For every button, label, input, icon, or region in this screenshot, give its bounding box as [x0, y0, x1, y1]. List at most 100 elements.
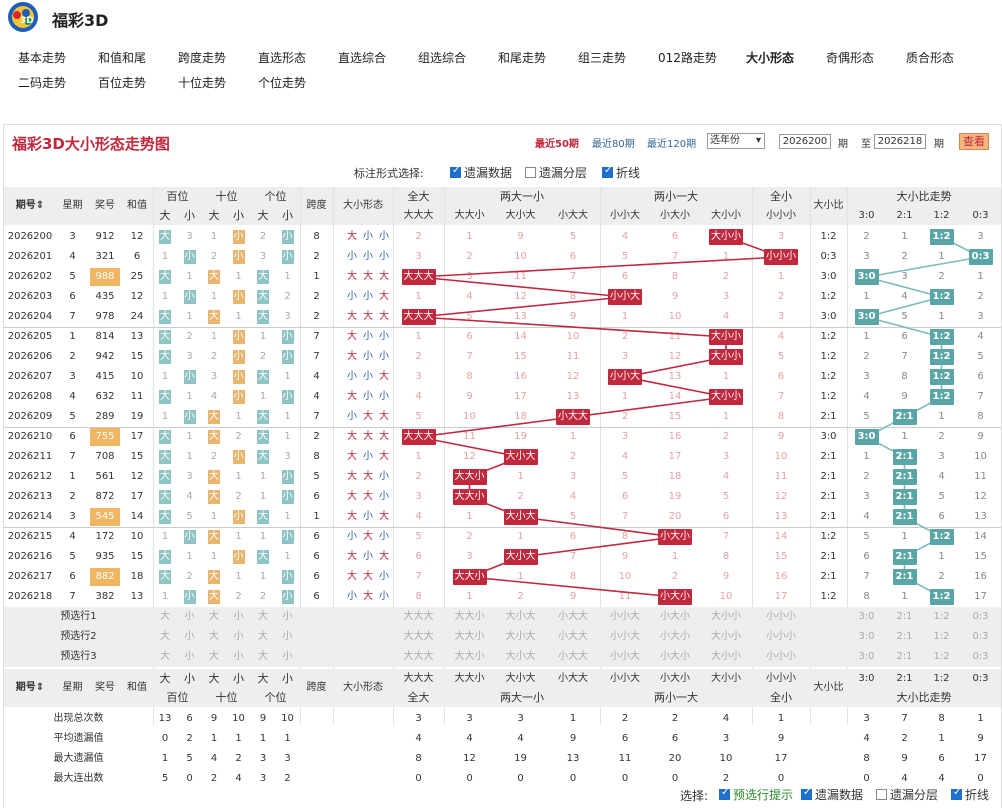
preselect-trend[interactable]: 1:2	[923, 607, 960, 627]
preselect-shape[interactable]: 大小小	[700, 627, 752, 647]
nav-item[interactable]: 组选综合	[418, 49, 466, 66]
preselect-trend[interactable]: 3:0	[847, 627, 886, 647]
option-polyline[interactable]: 折线	[602, 164, 640, 181]
nav-item[interactable]: 大小形态	[746, 49, 794, 66]
preselect-pos[interactable]: 小	[275, 647, 300, 667]
preselect-pos[interactable]: 小	[226, 627, 251, 647]
stat-pos: 0	[161, 733, 169, 744]
preselect-shape[interactable]: 小大大	[546, 627, 600, 647]
option-miss-data-bottom[interactable]: 遗漏数据	[801, 786, 863, 803]
preselect-trend[interactable]: 1:2	[923, 647, 960, 667]
nav-item[interactable]: 十位走势	[178, 74, 226, 91]
checkbox-icon[interactable]	[876, 789, 887, 800]
nav-item[interactable]: 组三走势	[578, 49, 626, 66]
period-50-link[interactable]: 最近50期	[535, 135, 579, 150]
checkbox-icon[interactable]	[525, 167, 536, 178]
issue-sort-header[interactable]: 期号⇕	[4, 187, 56, 225]
shape-miss-cell: 3	[466, 271, 473, 282]
preselect-pos[interactable]: 小	[177, 607, 202, 627]
preselect-trend[interactable]: 1:2	[923, 627, 960, 647]
from-issue-input[interactable]: 2026200	[779, 134, 831, 149]
preselect-shape[interactable]: 大大小	[444, 607, 495, 627]
pos-cell-wrap: 1	[251, 527, 275, 547]
shape-miss-cell: 16	[774, 571, 788, 582]
preselect-pos[interactable]: 小	[177, 627, 202, 647]
preselect-trend[interactable]: 2:1	[886, 607, 923, 627]
nav-item[interactable]: 和值和尾	[98, 49, 146, 66]
nav-item[interactable]: 二码走势	[18, 74, 66, 91]
preselect-shape[interactable]: 大小小	[700, 607, 752, 627]
preselect-shape[interactable]: 大大大	[393, 607, 444, 627]
preselect-trend[interactable]: 0:3	[960, 607, 1001, 627]
period-80-link[interactable]: 最近80期	[592, 135, 635, 150]
option-preselect-hint[interactable]: 预选行提示	[719, 786, 793, 803]
issue-sort-footer[interactable]: 期号⇕	[4, 669, 56, 707]
shape-miss-cell: 6	[621, 491, 629, 502]
nav-item[interactable]: 百位走势	[98, 74, 146, 91]
checkbox-icon[interactable]	[801, 787, 812, 800]
period-120-link[interactable]: 最近120期	[647, 135, 696, 150]
preselect-pos[interactable]: 小	[177, 647, 202, 667]
checkbox-icon[interactable]	[719, 787, 730, 800]
preselect-shape[interactable]: 小小小	[752, 607, 810, 627]
nav-item[interactable]: 直选综合	[338, 49, 386, 66]
to-issue-input[interactable]: 2026218	[874, 134, 926, 149]
option-polyline-bottom[interactable]: 折线	[951, 786, 989, 803]
preselect-shape[interactable]: 小大大	[546, 647, 600, 667]
checkbox-icon[interactable]	[450, 165, 461, 178]
preselect-pos[interactable]: 大	[153, 647, 177, 667]
option-miss-layer-bottom[interactable]: 遗漏分层	[876, 786, 938, 803]
preselect-trend[interactable]: 3:0	[847, 607, 886, 627]
preselect-trend[interactable]: 3:0	[847, 647, 886, 667]
preselect-pos[interactable]: 大	[251, 627, 275, 647]
preselect-pos[interactable]: 小	[226, 647, 251, 667]
preselect-pos[interactable]: 小	[226, 607, 251, 627]
preselect-shape[interactable]: 小小小	[752, 647, 810, 667]
preselect-shape[interactable]: 小小大	[600, 607, 650, 627]
preselect-shape[interactable]: 大小小	[700, 647, 752, 667]
preselect-shape[interactable]: 小小大	[600, 647, 650, 667]
preselect-shape[interactable]: 大小大	[495, 627, 546, 647]
preselect-shape[interactable]: 小大大	[546, 607, 600, 627]
preselect-shape[interactable]: 小小小	[752, 627, 810, 647]
preselect-shape[interactable]: 大小大	[495, 647, 546, 667]
preselect-pos[interactable]: 小	[275, 627, 300, 647]
nav-item[interactable]: 012路走势	[658, 49, 717, 66]
nav-item[interactable]: 和尾走势	[498, 49, 546, 66]
preselect-shape[interactable]: 小大小	[650, 627, 700, 647]
preselect-pos[interactable]: 大	[251, 647, 275, 667]
nav-item[interactable]: 直选形态	[258, 49, 306, 66]
year-select[interactable]: 选年份	[707, 133, 765, 149]
preselect-shape[interactable]: 小大小	[650, 647, 700, 667]
preselect-pos[interactable]: 大	[202, 647, 226, 667]
preselect-pos[interactable]: 大	[153, 607, 177, 627]
nav-item[interactable]: 基本走势	[18, 49, 66, 66]
preselect-shape[interactable]: 大大小	[444, 647, 495, 667]
option-miss-data[interactable]: 遗漏数据	[450, 164, 512, 181]
preselect-shape[interactable]: 大大小	[444, 627, 495, 647]
preselect-shape[interactable]: 小小大	[600, 627, 650, 647]
preselect-shape[interactable]: 小大小	[650, 607, 700, 627]
checkbox-icon[interactable]	[951, 787, 962, 800]
preselect-trend[interactable]: 0:3	[960, 647, 1001, 667]
view-button[interactable]: 查看	[959, 133, 989, 150]
preselect-shape[interactable]: 大大大	[393, 627, 444, 647]
preselect-pos[interactable]: 大	[202, 607, 226, 627]
preselect-trend[interactable]: 0:3	[960, 627, 1001, 647]
preselect-shape[interactable]: 大小大	[495, 607, 546, 627]
preselect-trend[interactable]: 2:1	[886, 647, 923, 667]
nav-item[interactable]: 奇偶形态	[826, 49, 874, 66]
preselect-trend[interactable]: 2:1	[886, 627, 923, 647]
preselect-pos[interactable]: 大	[202, 627, 226, 647]
checkbox-icon[interactable]	[602, 165, 613, 178]
fucai-logo-icon[interactable]: 3D	[4, 0, 42, 34]
option-miss-layer[interactable]: 遗漏分层	[525, 164, 587, 181]
preselect-pos[interactable]: 大	[251, 607, 275, 627]
span-cell: 8	[313, 451, 320, 462]
preselect-shape[interactable]: 大大大	[393, 647, 444, 667]
nav-item[interactable]: 个位走势	[258, 74, 306, 91]
nav-item[interactable]: 质合形态	[906, 49, 954, 66]
preselect-pos[interactable]: 大	[153, 627, 177, 647]
nav-item[interactable]: 跨度走势	[178, 49, 226, 66]
preselect-pos[interactable]: 小	[275, 607, 300, 627]
